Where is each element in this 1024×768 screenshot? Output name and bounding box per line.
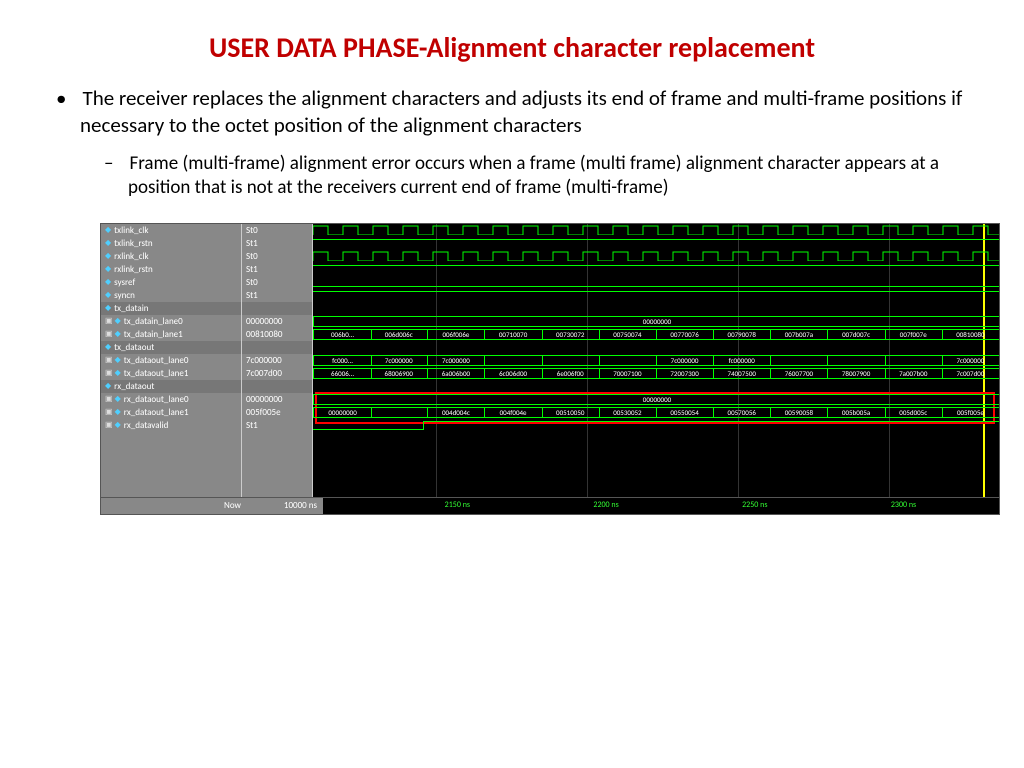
signal-name[interactable]: ◆txlink_clk [101,224,241,237]
signal-value: St1 [242,289,312,302]
waveform-row[interactable]: 006b0...006d006c006f006e0071007000730072… [313,328,999,341]
slide-title: USER DATA PHASE-Alignment character repl… [60,30,964,65]
signal-value: 00810080 [242,328,312,341]
waveform-area: 00000000006b0...006d006c006f006e00710070… [313,224,999,514]
signal-value: St1 [242,237,312,250]
bullet-main: The receiver replaces the alignment char… [80,85,964,140]
signal-value: St0 [242,250,312,263]
signal-name[interactable]: ▣◆tx_datain_lane0 [101,315,241,328]
waveform-row[interactable]: fc000...7c0000007c0000007c000000fc000000… [313,354,999,367]
timescale-tick: 2250 ns [742,500,767,510]
timescale-tick: 2300 ns [891,500,916,510]
waveform-row[interactable]: 00000000 [313,315,999,328]
signal-name[interactable]: ▣◆tx_datain_lane1 [101,328,241,341]
waveform-row[interactable] [313,419,999,432]
signal-value: 7c000000 [242,354,312,367]
signal-name[interactable]: ▣◆tx_dataout_lane0 [101,354,241,367]
waveform-row[interactable] [313,276,999,289]
waveform-row[interactable]: 66006...680069006a006b006c006d006e006f00… [313,367,999,380]
now-value: 10000 ns [247,500,323,511]
signal-name[interactable]: ◆rxlink_rstn [101,263,241,276]
signal-name[interactable]: ▣◆tx_dataout_lane1 [101,367,241,380]
timescale-tick: 2200 ns [593,500,618,510]
waveform-row[interactable] [313,263,999,276]
signal-value: St1 [242,263,312,276]
waveform-row[interactable] [313,237,999,250]
signal-value: 00000000 [242,315,312,328]
signal-value [242,302,312,315]
waveform-row[interactable]: 00000000004d004c004f004e0051005000530052… [313,406,999,419]
time-footer: Now 10000 ns 2150 ns 2200 ns 2250 ns 2300 n… [101,497,999,514]
waveform-figure: eof eomf ◆txlink_clk◆txlink_rstn◆rxlink_… [100,223,1000,515]
signal-value: St0 [242,224,312,237]
signal-name[interactable]: ▣◆rx_dataout_lane0 [101,393,241,406]
signal-value: St1 [242,419,312,432]
waveform-viewer: ◆txlink_clk◆txlink_rstn◆rxlink_clk◆rxlin… [100,223,1000,515]
bullet-sub: Frame (multi-frame) alignment error occu… [128,152,964,201]
waveform-row[interactable] [313,289,999,302]
signal-name[interactable]: ▣◆rx_dataout_lane1 [101,406,241,419]
waveform-row[interactable]: 00000000 [313,393,999,406]
signal-value: 00000000 [242,393,312,406]
signal-name[interactable]: ◆syncn [101,289,241,302]
now-label: Now [101,500,247,511]
timescale-tick: 2150 ns [445,500,470,510]
timescale[interactable]: 2150 ns 2200 ns 2250 ns 2300 ns [323,498,999,514]
signal-name[interactable]: ◆rx_dataout [101,380,241,393]
signal-value: 005f005e [242,406,312,419]
signal-values-column: St0St1St0St1St0St100000000008100807c0000… [242,224,313,514]
signal-value [242,380,312,393]
waveform-row[interactable] [313,341,999,354]
waveform-row[interactable] [313,380,999,393]
signal-name[interactable]: ◆sysref [101,276,241,289]
signal-value: 7c007d00 [242,367,312,380]
waveform-row[interactable] [313,250,999,263]
signal-value [242,341,312,354]
signal-names-column: ◆txlink_clk◆txlink_rstn◆rxlink_clk◆rxlin… [101,224,242,514]
waveform-row[interactable] [313,224,999,237]
signal-name[interactable]: ▣◆rx_datavalid [101,419,241,432]
signal-value: St0 [242,276,312,289]
waveform-row[interactable] [313,302,999,315]
signal-name[interactable]: ◆rxlink_clk [101,250,241,263]
signal-name[interactable]: ◆txlink_rstn [101,237,241,250]
signal-name[interactable]: ◆tx_datain [101,302,241,315]
signal-name[interactable]: ◆tx_dataout [101,341,241,354]
